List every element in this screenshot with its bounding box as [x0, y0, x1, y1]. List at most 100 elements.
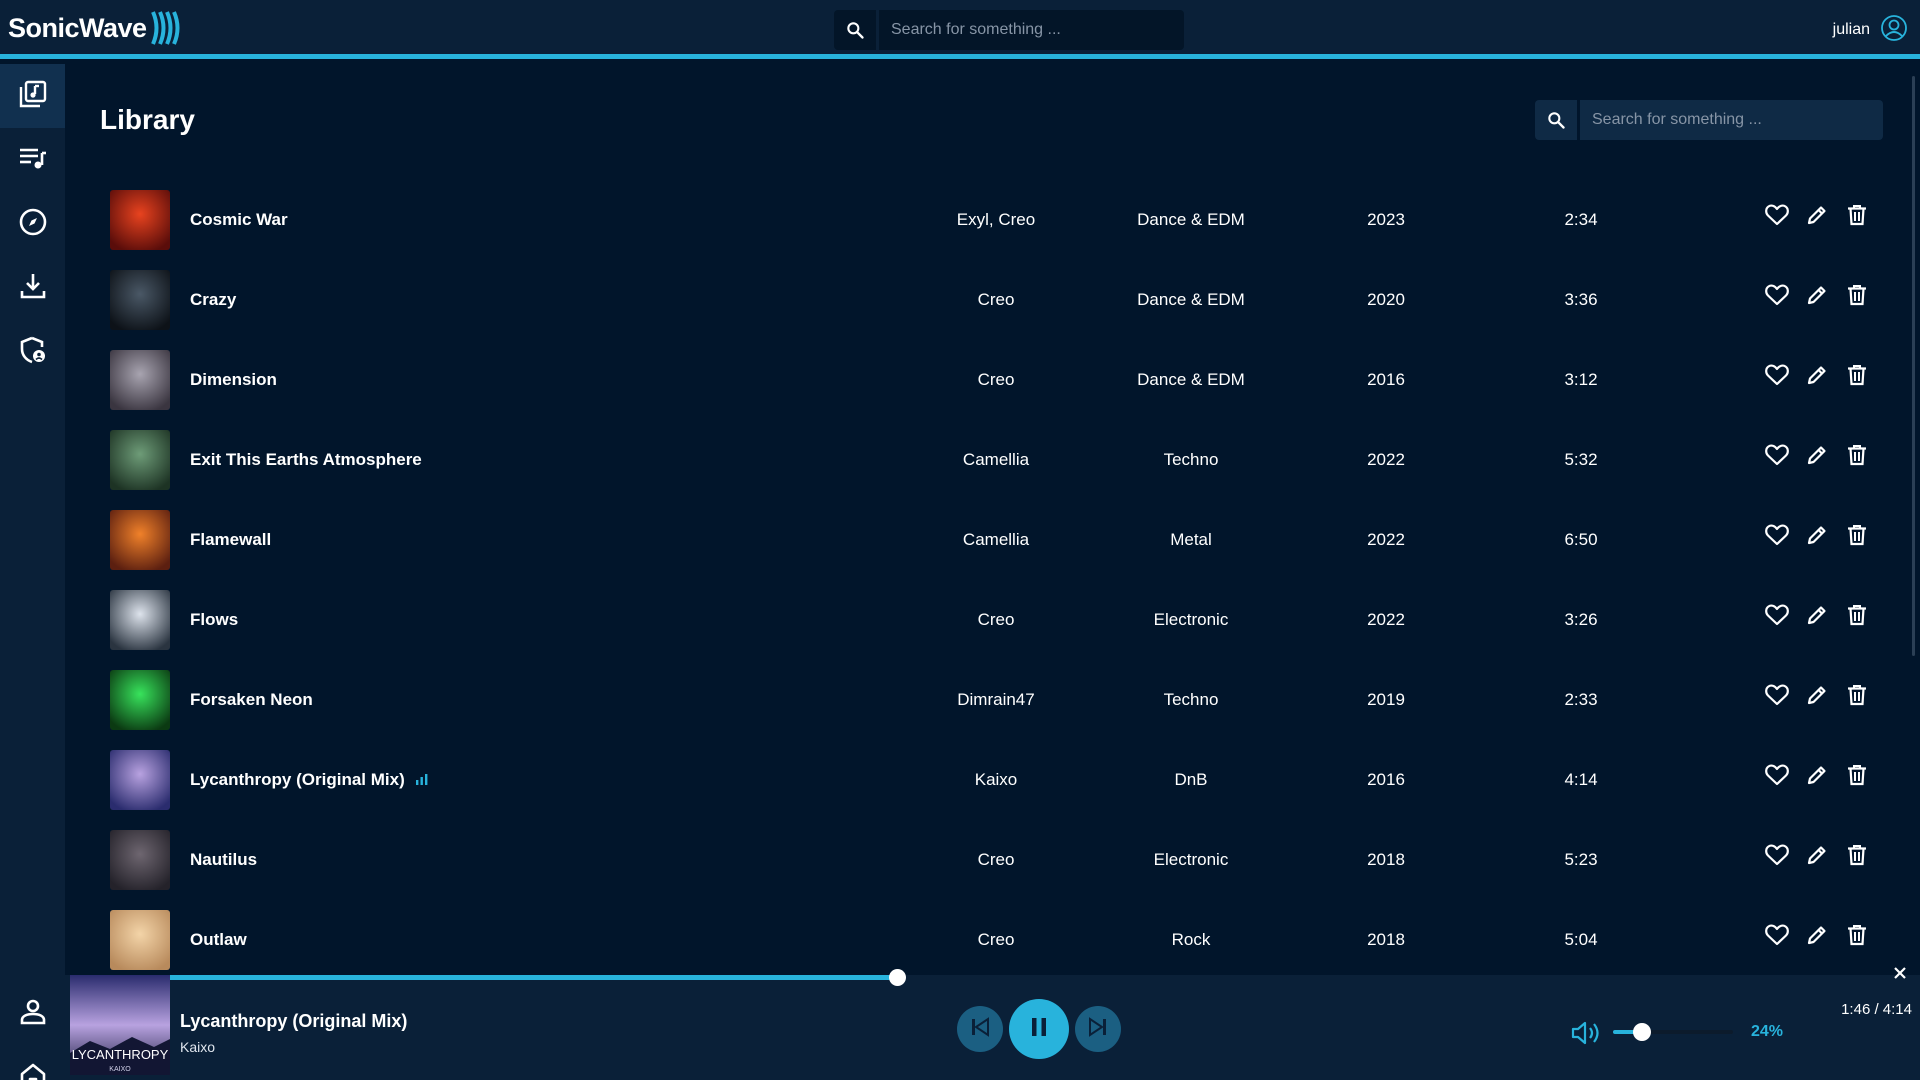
sidebar-item-downloads[interactable]: [0, 256, 65, 320]
album-cover: [110, 510, 170, 570]
pencil-icon[interactable]: [1804, 202, 1830, 228]
track-genre: Techno: [1163, 690, 1219, 709]
library-search-input[interactable]: [1580, 100, 1883, 140]
person-icon: [18, 997, 48, 1032]
track-actions: [1764, 682, 1870, 708]
pencil-icon[interactable]: [1804, 442, 1830, 468]
track-duration: 2:34: [1564, 210, 1598, 229]
pencil-icon[interactable]: [1804, 842, 1830, 868]
track-title[interactable]: Exit This Earths Atmosphere: [190, 450, 422, 470]
sidebar-item-account[interactable]: [0, 982, 65, 1046]
pencil-icon[interactable]: [1804, 682, 1830, 708]
track-duration: 3:12: [1564, 370, 1598, 389]
track-year: 2022: [1367, 450, 1405, 469]
global-search-input[interactable]: [879, 10, 1184, 50]
track-artist: Camellia: [962, 530, 1030, 549]
next-button[interactable]: [1075, 1006, 1121, 1052]
track-title[interactable]: Flamewall: [190, 530, 271, 550]
sidebar-item-admin[interactable]: [0, 320, 65, 384]
search-icon[interactable]: [834, 10, 876, 50]
track-row[interactable]: Cosmic War Exyl, Creo Dance & EDM 2023 2…: [100, 180, 1880, 260]
track-row[interactable]: Nautilus Creo Electronic 2018 5:23: [100, 820, 1880, 900]
track-title[interactable]: Flows: [190, 610, 238, 630]
track-row[interactable]: Outlaw Creo Rock 2018 5:04: [100, 900, 1880, 980]
track-actions: [1764, 922, 1870, 948]
account-circle-icon: [1880, 14, 1908, 47]
track-actions: [1764, 842, 1870, 868]
progress-bar[interactable]: [165, 969, 1920, 986]
volume-percent: 24%: [1751, 1023, 1784, 1040]
trash-icon[interactable]: [1844, 362, 1870, 388]
track-row[interactable]: Exit This Earths Atmosphere Camellia Tec…: [100, 420, 1880, 500]
trash-icon[interactable]: [1844, 762, 1870, 788]
sidebar-item-home[interactable]: [0, 1046, 65, 1080]
heart-icon[interactable]: [1764, 762, 1790, 788]
pencil-icon[interactable]: [1804, 282, 1830, 308]
track-title[interactable]: Nautilus: [190, 850, 257, 870]
sidebar-item-explore[interactable]: [0, 192, 65, 256]
previous-button[interactable]: [957, 1006, 1003, 1052]
progress-knob[interactable]: [888, 969, 906, 986]
track-title-text: Flamewall: [190, 530, 272, 549]
track-row[interactable]: Lycanthropy (Original Mix) Kaixo DnB 201…: [100, 740, 1880, 820]
pause-button[interactable]: [1009, 999, 1069, 1059]
pencil-icon[interactable]: [1804, 602, 1830, 628]
trash-icon[interactable]: [1844, 522, 1870, 548]
heart-icon[interactable]: [1764, 682, 1790, 708]
heart-icon[interactable]: [1764, 362, 1790, 388]
track-title[interactable]: Outlaw: [190, 930, 247, 950]
heart-icon[interactable]: [1764, 202, 1790, 228]
trash-icon[interactable]: [1844, 922, 1870, 948]
compass-icon: [18, 207, 48, 242]
track-year: 2018: [1367, 850, 1405, 869]
pencil-icon[interactable]: [1804, 922, 1830, 948]
volume-icon[interactable]: [1570, 1020, 1602, 1051]
sidebar-item-library[interactable]: [0, 64, 65, 128]
track-genre: Electronic: [1153, 610, 1229, 629]
playback-controls: [957, 999, 1121, 1059]
track-year: 2016: [1367, 770, 1405, 789]
heart-icon[interactable]: [1764, 522, 1790, 548]
track-title[interactable]: Crazy: [190, 290, 236, 310]
scrollbar[interactable]: [1912, 76, 1915, 656]
pencil-icon[interactable]: [1804, 522, 1830, 548]
heart-icon[interactable]: [1764, 442, 1790, 468]
track-row[interactable]: Flamewall Camellia Metal 2022 6:50: [100, 500, 1880, 580]
track-actions: [1764, 282, 1870, 308]
track-title[interactable]: Cosmic War: [190, 210, 288, 230]
trash-icon[interactable]: [1844, 602, 1870, 628]
sidebar: [0, 64, 65, 1080]
album-cover: [110, 270, 170, 330]
track-title[interactable]: Forsaken Neon: [190, 690, 313, 710]
album-cover: [110, 350, 170, 410]
trash-icon[interactable]: [1844, 842, 1870, 868]
pencil-icon[interactable]: [1804, 362, 1830, 388]
trash-icon[interactable]: [1844, 442, 1870, 468]
volume-slider[interactable]: [1613, 1023, 1733, 1041]
search-icon[interactable]: [1535, 100, 1577, 140]
trash-icon[interactable]: [1844, 282, 1870, 308]
heart-icon[interactable]: [1764, 282, 1790, 308]
trash-icon[interactable]: [1844, 682, 1870, 708]
heart-icon[interactable]: [1764, 842, 1790, 868]
trash-icon[interactable]: [1844, 202, 1870, 228]
track-row[interactable]: Crazy Creo Dance & EDM 2020 3:36: [100, 260, 1880, 340]
close-player-button[interactable]: [1885, 960, 1915, 990]
track-title[interactable]: Lycanthropy (Original Mix): [190, 770, 429, 790]
volume-knob[interactable]: [1632, 1023, 1651, 1041]
track-actions: [1764, 202, 1870, 228]
time-readout: 1:46 / 4:14: [1841, 1001, 1912, 1018]
shield-user-icon: [18, 335, 48, 370]
track-row[interactable]: Dimension Creo Dance & EDM 2016 3:12: [100, 340, 1880, 420]
user-menu[interactable]: julian: [1833, 14, 1908, 46]
sidebar-item-playlists[interactable]: [0, 128, 65, 192]
track-actions: [1764, 762, 1870, 788]
pencil-icon[interactable]: [1804, 762, 1830, 788]
track-title[interactable]: Dimension: [190, 370, 277, 390]
track-year: 2019: [1367, 690, 1405, 709]
track-row[interactable]: Forsaken Neon Dimrain47 Techno 2019 2:33: [100, 660, 1880, 740]
heart-icon[interactable]: [1764, 922, 1790, 948]
heart-icon[interactable]: [1764, 602, 1790, 628]
app-logo[interactable]: SonicWave: [8, 8, 183, 48]
track-row[interactable]: Flows Creo Electronic 2022 3:26: [100, 580, 1880, 660]
